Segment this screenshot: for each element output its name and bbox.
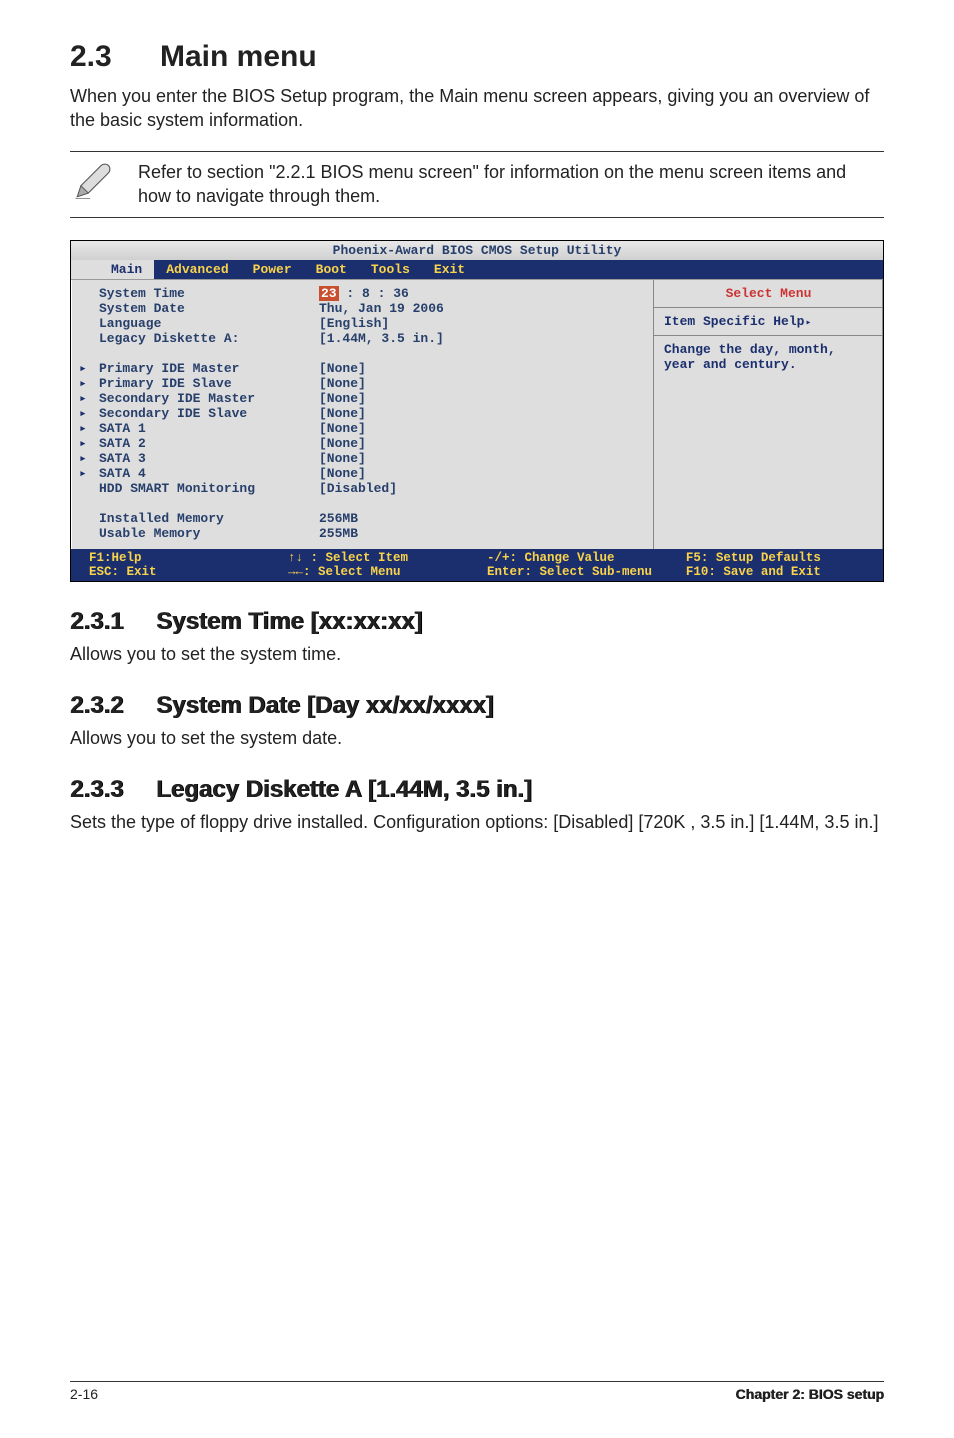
bios-row[interactable]: Language[English]	[79, 316, 645, 331]
bios-row[interactable]: System Time23 : 8 : 36	[79, 286, 645, 301]
bios-row[interactable]: ▸SATA 3[None]	[79, 451, 645, 466]
bios-screenshot: Phoenix-Award BIOS CMOS Setup Utility Ma…	[70, 240, 884, 582]
note-text: Refer to section "2.2.1 BIOS menu screen…	[138, 160, 884, 209]
subsection-heading: 2.3.1System Time [xx:xx:xx]	[70, 608, 884, 636]
subsection-heading: 2.3.2System Date [Day xx/xx/xxxx]	[70, 692, 884, 720]
page-number: 2-16	[70, 1386, 98, 1402]
menu-item-main[interactable]: Main	[99, 260, 154, 279]
bios-row[interactable]: Usable Memory255MB	[79, 526, 645, 541]
item-specific-help-label: Item Specific Help	[654, 308, 883, 336]
note-block: Refer to section "2.2.1 BIOS menu screen…	[70, 151, 884, 218]
intro-paragraph: When you enter the BIOS Setup program, t…	[70, 84, 884, 133]
bios-footer-bar: F1:Help ESC: Exit ↑↓ : Select Item →←: S…	[71, 549, 883, 581]
bios-row[interactable]: ▸Primary IDE Slave[None]	[79, 376, 645, 391]
section-title-text: Main menu	[160, 40, 317, 73]
menu-item-power[interactable]: Power	[241, 260, 304, 279]
menu-item-tools[interactable]: Tools	[359, 260, 422, 279]
subsection-body: Sets the type of floppy drive installed.…	[70, 810, 884, 834]
menu-item-boot[interactable]: Boot	[304, 260, 359, 279]
subsection-heading: 2.3.3Legacy Diskette A [1.44M, 3.5 in.]	[70, 776, 884, 804]
bios-right-pane: Select Menu Item Specific Help Change th…	[653, 280, 883, 549]
bios-left-pane: System Time23 : 8 : 36System DateThu, Ja…	[71, 280, 653, 549]
subsection-body: Allows you to set the system date.	[70, 726, 884, 750]
bios-row[interactable]: ▸SATA 1[None]	[79, 421, 645, 436]
help-text: Change the day, month, year and century.	[654, 336, 883, 549]
pencil-note-icon	[70, 160, 114, 209]
bios-menu-bar: MainAdvancedPowerBootToolsExit	[71, 260, 883, 279]
subsection-body: Allows you to set the system time.	[70, 642, 884, 666]
menu-item-advanced[interactable]: Advanced	[154, 260, 240, 279]
section-heading: 2.3Main menu	[70, 40, 884, 74]
chapter-label: Chapter 2: BIOS setup	[735, 1386, 884, 1402]
section-number: 2.3	[70, 40, 160, 74]
bios-row[interactable]: Installed Memory256MB	[79, 511, 645, 526]
bios-row[interactable]: Legacy Diskette A:[1.44M, 3.5 in.]	[79, 331, 645, 346]
bios-title: Phoenix-Award BIOS CMOS Setup Utility	[71, 241, 883, 260]
bios-row[interactable]: ▸Secondary IDE Master[None]	[79, 391, 645, 406]
bios-row[interactable]: HDD SMART Monitoring[Disabled]	[79, 481, 645, 496]
select-menu-label: Select Menu	[654, 280, 883, 308]
bios-row[interactable]: ▸Primary IDE Master[None]	[79, 361, 645, 376]
bios-row[interactable]: ▸SATA 4[None]	[79, 466, 645, 481]
bios-row[interactable]: ▸Secondary IDE Slave[None]	[79, 406, 645, 421]
bios-row[interactable]: System DateThu, Jan 19 2006	[79, 301, 645, 316]
page-footer: 2-16 Chapter 2: BIOS setup	[70, 1381, 884, 1402]
menu-item-exit[interactable]: Exit	[422, 260, 477, 279]
bios-row[interactable]: ▸SATA 2[None]	[79, 436, 645, 451]
